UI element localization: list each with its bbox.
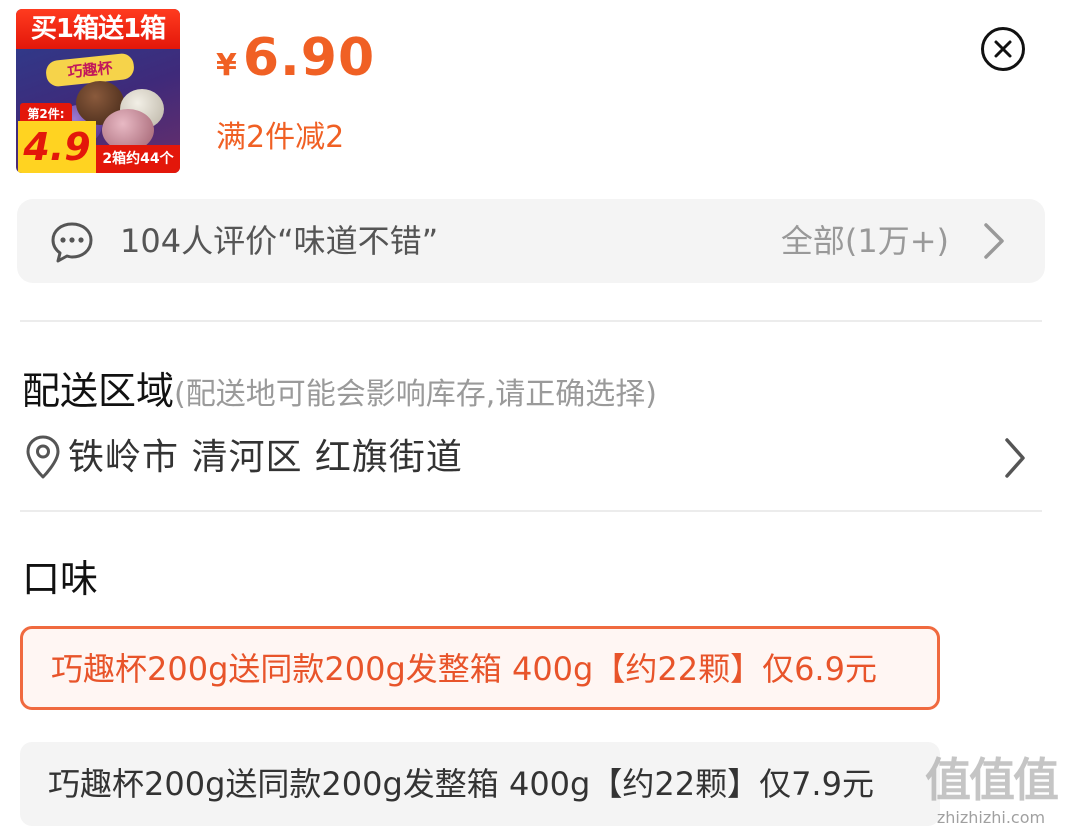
currency-symbol: ¥ (216, 48, 237, 83)
price-value: 6.90 (242, 28, 376, 88)
review-summary-text: 104人评价“味道不错” (120, 222, 439, 260)
flavor-title: 口味 (22, 557, 99, 601)
flavor-option-selected[interactable]: 巧趣杯200g送同款200g发整箱 400g【约22颗】仅6.9元 (20, 626, 940, 710)
thumbnail-banner: 买1箱送1箱 (16, 9, 180, 49)
review-summary-bar[interactable]: 104人评价“味道不错” 全部(1万+) (17, 199, 1045, 283)
delivery-area-title: 配送区域(配送地可能会影响库存,请正确选择) (22, 360, 657, 415)
delivery-address: 铁岭市 清河区 红旗街道 (68, 437, 463, 478)
discount-text: 满2件减2 (216, 120, 345, 155)
chat-bubble-icon (51, 222, 93, 263)
thumbnail-second-item-price: 4.9 (18, 121, 96, 173)
location-pin-icon (26, 435, 60, 479)
chevron-right-icon (984, 223, 1004, 259)
product-price: ¥ 6.90 (216, 28, 375, 88)
delivery-area-hint: (配送地可能会影响库存,请正确选择) (174, 377, 657, 412)
chevron-right-icon (1005, 438, 1025, 478)
divider (20, 320, 1042, 322)
close-button[interactable] (981, 27, 1025, 71)
site-watermark: 值值值 zhizhizhi.com (918, 752, 1064, 832)
flavor-option[interactable]: 巧趣杯200g送同款200g发整箱 400g【约22颗】仅7.9元 (20, 742, 940, 826)
watermark-logo: 值值值 (925, 753, 1059, 807)
divider (20, 510, 1042, 512)
watermark-url: zhizhizhi.com (936, 808, 1046, 827)
all-reviews-link[interactable]: 全部(1万+) (781, 199, 949, 283)
product-thumbnail[interactable]: 买1箱送1箱 巧趣杯 第2件: 4.9 2箱约44个 (16, 9, 180, 173)
delivery-area-label: 配送区域 (22, 369, 175, 413)
thumbnail-pack-text: 2箱约44个 (96, 145, 180, 173)
close-icon (994, 40, 1012, 58)
delivery-address-row[interactable]: 铁岭市 清河区 红旗街道 (24, 430, 1044, 486)
